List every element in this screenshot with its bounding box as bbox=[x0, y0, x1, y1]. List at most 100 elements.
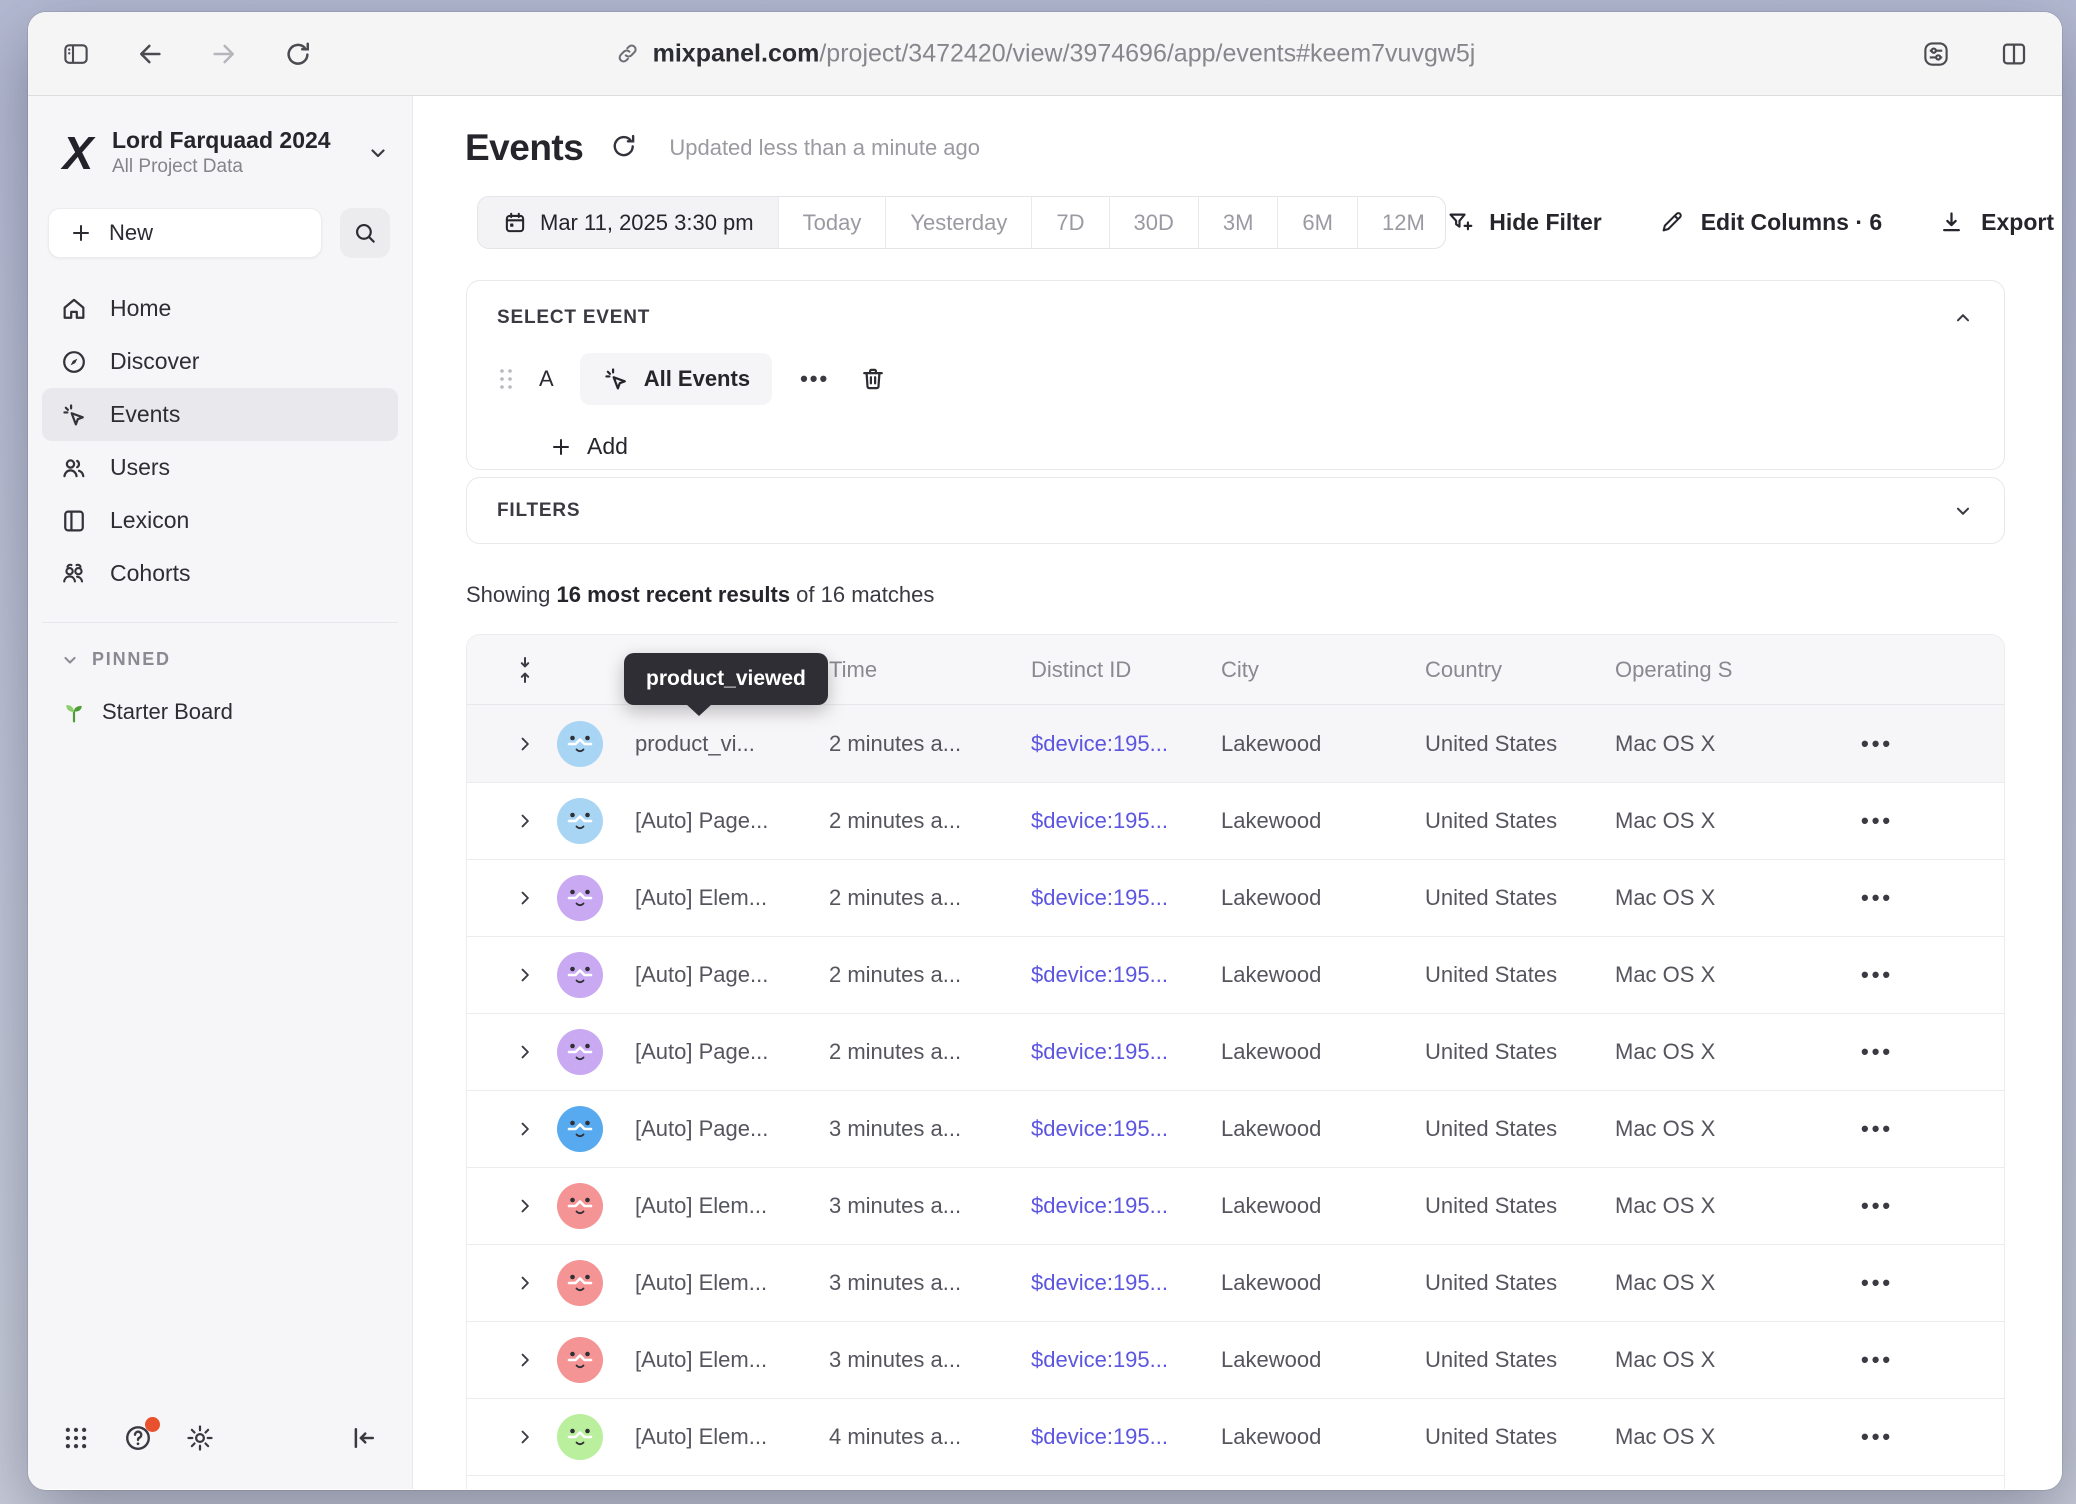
address-bar[interactable]: mixpanel.com/project/3472420/view/397469… bbox=[615, 39, 1476, 68]
drag-handle-icon[interactable] bbox=[497, 366, 515, 392]
event-name-cell[interactable]: [Auto] Elem... bbox=[635, 885, 829, 911]
column-header-city[interactable]: City bbox=[1221, 657, 1425, 683]
browser-sidebar-toggle-icon[interactable] bbox=[54, 32, 98, 76]
event-name-cell[interactable]: [Auto] Page... bbox=[635, 808, 829, 834]
edit-columns-button[interactable]: Edit Columns · 6 bbox=[1658, 209, 1882, 236]
hide-filter-button[interactable]: Hide Filter bbox=[1446, 209, 1601, 236]
date-picker-segment[interactable]: Mar 11, 2025 3:30 pm bbox=[478, 197, 778, 248]
page-settings-icon[interactable] bbox=[1914, 32, 1958, 76]
collapse-sidebar-icon[interactable] bbox=[346, 1420, 382, 1456]
expand-row-icon[interactable] bbox=[515, 1427, 535, 1447]
pinned-section-header[interactable]: PINNED bbox=[28, 623, 412, 670]
city-cell: Lakewood bbox=[1221, 1424, 1425, 1450]
help-icon[interactable] bbox=[120, 1420, 156, 1456]
date-preset-7d[interactable]: 7D bbox=[1031, 197, 1108, 248]
expand-row-icon[interactable] bbox=[515, 1042, 535, 1062]
os-cell: Mac OS X bbox=[1615, 962, 1815, 988]
row-actions-button[interactable]: ••• bbox=[1815, 1270, 1978, 1296]
distinct-id-cell[interactable]: $device:195... bbox=[1031, 1270, 1221, 1296]
column-header-os[interactable]: Operating S bbox=[1615, 657, 1815, 683]
event-name-cell[interactable]: [Auto] Page... bbox=[635, 962, 829, 988]
distinct-id-cell[interactable]: $device:195... bbox=[1031, 1424, 1221, 1450]
refresh-icon[interactable] bbox=[609, 131, 643, 165]
settings-gear-icon[interactable] bbox=[182, 1420, 218, 1456]
apps-grid-icon[interactable] bbox=[58, 1420, 94, 1456]
time-cell: 2 minutes a... bbox=[829, 885, 1031, 911]
reload-icon[interactable] bbox=[276, 32, 320, 76]
expand-row-icon[interactable] bbox=[515, 1273, 535, 1293]
column-header-time[interactable]: Time bbox=[829, 657, 1031, 683]
distinct-id-cell[interactable]: $device:195... bbox=[1031, 1347, 1221, 1373]
os-cell: Mac OS X bbox=[1615, 1270, 1815, 1296]
new-button[interactable]: New bbox=[48, 208, 322, 258]
sidebar-item-cohorts[interactable]: Cohorts bbox=[42, 547, 398, 600]
search-button[interactable] bbox=[340, 208, 390, 258]
event-name-cell[interactable]: [Auto] Elem... bbox=[635, 1193, 829, 1219]
column-header-distinct-id[interactable]: Distinct ID bbox=[1031, 657, 1221, 683]
event-name-cell[interactable]: [Auto] Elem... bbox=[635, 1347, 829, 1373]
export-button[interactable]: Export bbox=[1938, 209, 2054, 236]
row-actions-button[interactable]: ••• bbox=[1815, 1424, 1978, 1450]
row-actions-button[interactable]: ••• bbox=[1815, 885, 1978, 911]
collapse-all-rows-icon[interactable] bbox=[512, 655, 538, 685]
sidebar-item-users[interactable]: Users bbox=[42, 441, 398, 494]
chevron-up-icon[interactable] bbox=[1952, 307, 1974, 329]
distinct-id-cell[interactable]: $device:195... bbox=[1031, 962, 1221, 988]
expand-row-icon[interactable] bbox=[515, 1196, 535, 1216]
chevron-down-icon bbox=[366, 141, 390, 165]
filters-title: FILTERS bbox=[497, 500, 580, 522]
distinct-id-cell[interactable]: $device:195... bbox=[1031, 808, 1221, 834]
sidebar-item-events[interactable]: Events bbox=[42, 388, 398, 441]
event-more-button[interactable]: ••• bbox=[800, 366, 829, 392]
expand-row-icon[interactable] bbox=[515, 1119, 535, 1139]
expand-row-icon[interactable] bbox=[515, 811, 535, 831]
sidebar-item-discover[interactable]: Discover bbox=[42, 335, 398, 388]
plus-icon bbox=[69, 221, 93, 245]
date-preset-3m[interactable]: 3M bbox=[1198, 197, 1278, 248]
date-preset-6m[interactable]: 6M bbox=[1277, 197, 1357, 248]
project-switcher[interactable]: X Lord Farquaad 2024 All Project Data bbox=[28, 116, 412, 190]
event-avatar bbox=[557, 1106, 603, 1152]
table-row: [Auto] Page... 2 minutes a... $device:19… bbox=[467, 1013, 2004, 1090]
row-actions-button[interactable]: ••• bbox=[1815, 1116, 1978, 1142]
event-name-cell[interactable]: [Auto] Page... bbox=[635, 1116, 829, 1142]
sidebar-item-lexicon[interactable]: Lexicon bbox=[42, 494, 398, 547]
row-actions-button[interactable]: ••• bbox=[1815, 1347, 1978, 1373]
event-name-cell[interactable]: product_vi... bbox=[635, 731, 829, 757]
distinct-id-cell[interactable]: $device:195... bbox=[1031, 731, 1221, 757]
back-icon[interactable] bbox=[128, 32, 172, 76]
event-selector-chip[interactable]: All Events bbox=[580, 353, 772, 405]
distinct-id-cell[interactable]: $device:195... bbox=[1031, 885, 1221, 911]
event-name-cell[interactable]: [Auto] Page... bbox=[635, 1039, 829, 1065]
row-actions-button[interactable]: ••• bbox=[1815, 808, 1978, 834]
event-name-cell[interactable]: [Auto] Elem... bbox=[635, 1424, 829, 1450]
date-preset-12m[interactable]: 12M bbox=[1357, 197, 1446, 248]
expand-row-icon[interactable] bbox=[515, 965, 535, 985]
forward-icon[interactable] bbox=[202, 32, 246, 76]
sidebar-item-home[interactable]: Home bbox=[42, 282, 398, 335]
split-view-icon[interactable] bbox=[1992, 32, 2036, 76]
date-preset-30d[interactable]: 30D bbox=[1109, 197, 1198, 248]
pinned-item-starter-board[interactable]: Starter Board bbox=[28, 670, 412, 726]
date-range-control: Mar 11, 2025 3:30 pm TodayYesterday7D30D… bbox=[477, 196, 1446, 249]
country-cell: United States bbox=[1425, 885, 1615, 911]
trash-icon[interactable] bbox=[859, 365, 887, 393]
row-actions-button[interactable]: ••• bbox=[1815, 1193, 1978, 1219]
date-preset-today[interactable]: Today bbox=[778, 197, 886, 248]
expand-row-icon[interactable] bbox=[515, 888, 535, 908]
row-actions-button[interactable]: ••• bbox=[1815, 731, 1978, 757]
date-preset-yesterday[interactable]: Yesterday bbox=[885, 197, 1031, 248]
chevron-down-icon bbox=[60, 650, 80, 670]
row-actions-button[interactable]: ••• bbox=[1815, 962, 1978, 988]
expand-row-icon[interactable] bbox=[515, 1350, 535, 1370]
distinct-id-cell[interactable]: $device:195... bbox=[1031, 1193, 1221, 1219]
add-event-button[interactable]: Add bbox=[549, 433, 628, 460]
distinct-id-cell[interactable]: $device:195... bbox=[1031, 1039, 1221, 1065]
chevron-down-icon[interactable] bbox=[1952, 500, 1974, 522]
column-header-country[interactable]: Country bbox=[1425, 657, 1615, 683]
event-name-cell[interactable]: [Auto] Elem... bbox=[635, 1270, 829, 1296]
row-actions-button[interactable]: ••• bbox=[1815, 1039, 1978, 1065]
distinct-id-cell[interactable]: $device:195... bbox=[1031, 1116, 1221, 1142]
expand-row-icon[interactable] bbox=[515, 734, 535, 754]
event-avatar bbox=[557, 1029, 603, 1075]
